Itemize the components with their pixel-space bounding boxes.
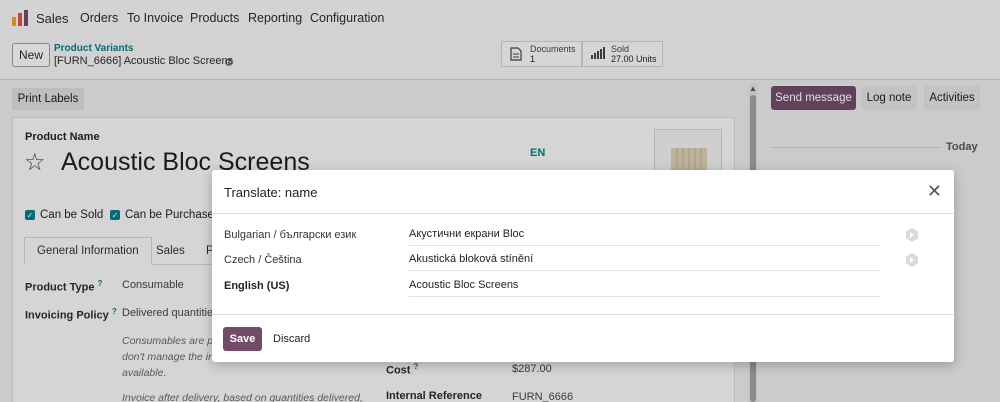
ai-translate-icon[interactable]	[904, 252, 920, 268]
translate-dialog: Translate: name ✕ Bulgarian / български …	[212, 170, 954, 362]
translation-input-english[interactable]: Acoustic Bloc Screens	[409, 275, 880, 297]
translation-lang-english: English (US)	[224, 280, 290, 292]
translation-lang-czech: Czech / Čeština	[224, 254, 302, 266]
ai-translate-icon[interactable]	[904, 227, 920, 243]
save-button[interactable]: Save	[223, 327, 262, 351]
translation-input-czech[interactable]: Akustická bloková stínění	[409, 249, 880, 271]
dialog-title: Translate: name	[224, 185, 318, 200]
close-icon[interactable]: ✕	[927, 182, 942, 200]
translation-input-bulgarian[interactable]: Акустични екрани Bloc	[409, 224, 880, 246]
dialog-divider	[212, 213, 954, 214]
translation-lang-bulgarian: Bulgarian / български език	[224, 229, 357, 241]
dialog-footer-divider	[212, 314, 954, 315]
discard-button[interactable]: Discard	[273, 327, 310, 351]
